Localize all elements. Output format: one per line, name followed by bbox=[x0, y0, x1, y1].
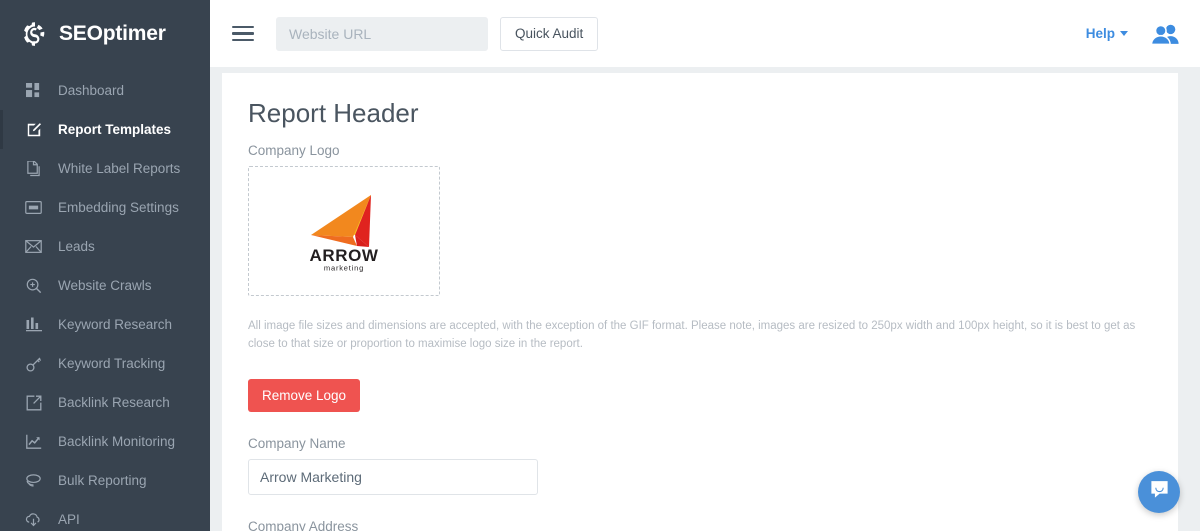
key-icon bbox=[25, 355, 42, 372]
sidebar-item-website-crawls[interactable]: Website Crawls bbox=[0, 266, 210, 305]
help-label: Help bbox=[1085, 26, 1115, 41]
sidebar-item-backlink-research[interactable]: Backlink Research bbox=[0, 383, 210, 422]
sidebar-nav: Dashboard Report Templates White Label R… bbox=[0, 67, 210, 531]
chat-bubble-icon bbox=[1149, 479, 1170, 505]
sidebar: SEOptimer Dashboard Report Templates Whi bbox=[0, 0, 210, 531]
hamburger-icon[interactable] bbox=[232, 25, 254, 42]
topbar-right-group: Help bbox=[1086, 23, 1180, 45]
website-url-input[interactable] bbox=[276, 16, 488, 51]
sidebar-item-report-templates[interactable]: Report Templates bbox=[0, 110, 210, 149]
cloud-download-icon bbox=[25, 511, 42, 528]
sidebar-item-label: API bbox=[58, 511, 80, 527]
grid-icon bbox=[25, 82, 42, 99]
sidebar-item-bulk-reporting[interactable]: Bulk Reporting bbox=[0, 461, 210, 500]
envelope-icon bbox=[25, 238, 42, 255]
sidebar-item-label: Bulk Reporting bbox=[58, 472, 147, 488]
company-logo-image: ARROW marketing bbox=[285, 189, 403, 273]
hamburger-bar bbox=[232, 25, 254, 28]
stack-layers-icon bbox=[25, 472, 42, 489]
content-area: Report Header Company Logo ARROW marketi… bbox=[210, 67, 1200, 531]
sidebar-item-label: Leads bbox=[58, 238, 95, 254]
sidebar-item-api[interactable]: API bbox=[0, 500, 210, 531]
chat-launcher-button[interactable] bbox=[1138, 471, 1180, 513]
sidebar-item-leads[interactable]: Leads bbox=[0, 227, 210, 266]
logo-subtext: marketing bbox=[324, 263, 364, 272]
brand-name: SEOptimer bbox=[59, 21, 166, 45]
caret-down-icon bbox=[1120, 31, 1128, 36]
gear-s-icon bbox=[20, 19, 50, 49]
sidebar-item-label: Website Crawls bbox=[58, 277, 152, 293]
pencil-square-icon bbox=[25, 121, 42, 138]
sidebar-item-keyword-research[interactable]: Keyword Research bbox=[0, 305, 210, 344]
logo-wordmark: ARROW bbox=[309, 246, 378, 265]
help-menu[interactable]: Help bbox=[1086, 26, 1128, 41]
sidebar-item-dashboard[interactable]: Dashboard bbox=[0, 71, 210, 110]
company-name-input[interactable] bbox=[248, 459, 538, 496]
sidebar-item-label: Dashboard bbox=[58, 82, 125, 98]
sidebar-item-backlink-monitoring[interactable]: Backlink Monitoring bbox=[0, 422, 210, 461]
sidebar-item-embedding-settings[interactable]: Embedding Settings bbox=[0, 188, 210, 227]
sidebar-item-label: Backlink Research bbox=[58, 394, 170, 410]
window-icon bbox=[25, 199, 42, 216]
sidebar-item-label: Keyword Tracking bbox=[58, 355, 166, 371]
quick-audit-button[interactable]: Quick Audit bbox=[500, 16, 599, 51]
company-name-label: Company Name bbox=[248, 436, 346, 452]
sidebar-item-white-label-reports[interactable]: White Label Reports bbox=[0, 149, 210, 188]
external-link-icon bbox=[25, 394, 42, 411]
hamburger-bar bbox=[232, 32, 254, 35]
remove-logo-button[interactable]: Remove Logo bbox=[248, 379, 361, 413]
brand-logo[interactable]: SEOptimer bbox=[0, 0, 210, 67]
magnifier-plus-icon bbox=[25, 277, 42, 294]
company-address-group: Company Address bbox=[248, 519, 1150, 531]
sidebar-item-label: Backlink Monitoring bbox=[58, 433, 176, 449]
sidebar-item-label: Keyword Research bbox=[58, 316, 173, 332]
sidebar-item-label: White Label Reports bbox=[58, 160, 181, 176]
sidebar-item-keyword-tracking[interactable]: Keyword Tracking bbox=[0, 344, 210, 383]
logo-upload-note: All image file sizes and dimensions are … bbox=[248, 319, 1136, 350]
sidebar-item-label: Report Templates bbox=[58, 121, 172, 137]
app-root: SEOptimer Dashboard Report Templates Whi bbox=[0, 0, 1200, 531]
company-logo-label: Company Logo bbox=[248, 142, 340, 158]
bar-chart-icon bbox=[25, 316, 42, 333]
report-header-card: Report Header Company Logo ARROW marketi… bbox=[222, 73, 1178, 531]
page-title: Report Header bbox=[248, 98, 419, 128]
line-chart-icon bbox=[25, 433, 42, 450]
copy-pages-icon bbox=[25, 160, 42, 177]
hamburger-bar bbox=[232, 39, 254, 42]
users-icon[interactable] bbox=[1150, 23, 1180, 45]
company-logo-dropzone[interactable]: ARROW marketing bbox=[248, 165, 440, 296]
sidebar-item-label: Embedding Settings bbox=[58, 199, 179, 215]
top-bar: Quick Audit Help bbox=[210, 0, 1200, 67]
company-address-label: Company Address bbox=[248, 519, 359, 531]
company-name-group: Company Name bbox=[248, 436, 1150, 496]
